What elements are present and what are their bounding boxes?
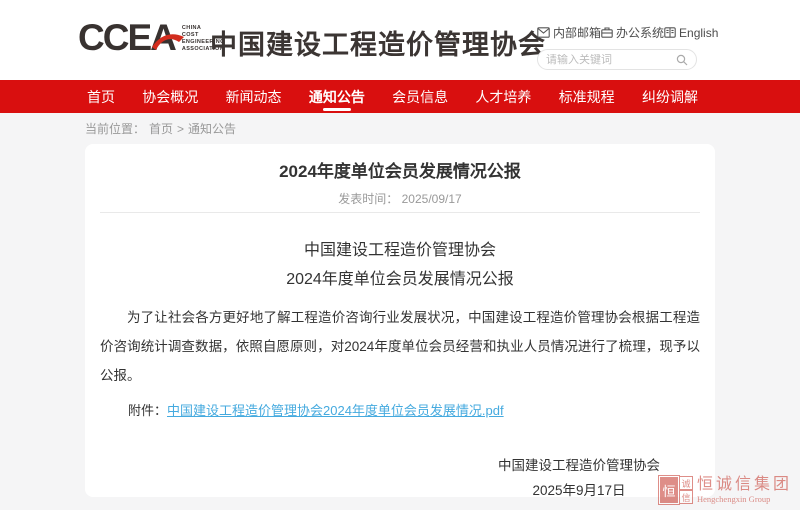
article-card: 2024年度单位会员发展情况公报 发表时间： 2025/09/17 中国建设工程…	[85, 144, 715, 497]
breadcrumb: 当前位置： 首页 > 通知公告	[85, 120, 236, 137]
nav-item-training[interactable]: 人才培养	[473, 80, 533, 113]
watermark-name-cn: 恒诚信集团	[697, 476, 792, 494]
site-logo[interactable]: CCEA CHINA COST ENGINEERING ASSOCIATION	[78, 17, 225, 59]
attachment-row: 附件： 中国建设工程造价管理协会2024年度单位会员发展情况.pdf	[128, 402, 700, 420]
internal-mail-link[interactable]: 内部邮箱	[537, 24, 601, 41]
nav-item-home[interactable]: 首页	[85, 80, 117, 113]
document-heading-title: 2024年度单位会员发展情况公报	[85, 269, 715, 291]
publish-time: 发表时间： 2025/09/17	[85, 191, 715, 207]
search-button[interactable]	[676, 54, 688, 66]
ccea-logo-text: CCEA	[78, 17, 175, 59]
hengchengxin-watermark: 恒 诚 信 恒诚信集团 Hengchengxin Group	[659, 476, 792, 504]
nav-item-mediation[interactable]: 纠纷调解	[640, 80, 700, 113]
quick-link-label: 办公系统	[616, 24, 664, 41]
watermark-name-en: Hengchengxin Group	[697, 494, 792, 504]
search-icon	[676, 54, 688, 66]
site-header: CCEA CHINA COST ENGINEERING ASSOCIATION …	[0, 0, 800, 80]
signature-date: 2025年9月17日	[498, 481, 660, 501]
document-heading-org: 中国建设工程造价管理协会	[85, 240, 715, 262]
office-system-link[interactable]: 办公系统	[601, 24, 664, 41]
header-utilities: 内部邮箱 办公系统 English	[537, 24, 697, 70]
english-link[interactable]: English	[664, 26, 718, 40]
logo-swoosh-icon	[151, 30, 185, 52]
article-title: 2024年度单位会员发展情况公报	[85, 161, 715, 183]
breadcrumb-current: 通知公告	[188, 120, 236, 137]
breadcrumb-home-link[interactable]: 首页	[149, 120, 173, 137]
main-nav: 首页 协会概况 新闻动态 通知公告 会员信息 人才培养 标准规程 纠纷调解	[0, 80, 800, 113]
nav-item-standards[interactable]: 标准规程	[557, 80, 617, 113]
document-paragraph: 为了让社会各方更好地了解工程造价咨询行业发展状况，中国建设工程造价管理协会根据工…	[100, 303, 700, 390]
breadcrumb-prefix: 当前位置：	[85, 120, 145, 137]
title-divider	[100, 212, 700, 213]
signature-block: 中国建设工程造价管理协会 2025年9月17日	[85, 456, 715, 501]
seal-icon: 恒 诚 信	[659, 476, 693, 504]
nav-item-news[interactable]: 新闻动态	[224, 80, 284, 113]
quick-link-label: English	[679, 26, 718, 40]
site-title: 中国建设工程造价管理协会	[210, 23, 546, 62]
nav-item-members[interactable]: 会员信息	[390, 80, 450, 113]
search-input[interactable]	[546, 54, 676, 66]
nav-item-about[interactable]: 协会概况	[140, 80, 200, 113]
seal-bottom-char: 信	[679, 490, 693, 504]
quick-link-label: 内部邮箱	[553, 24, 601, 41]
attachment-pdf-link[interactable]: 中国建设工程造价管理协会2024年度单位会员发展情况.pdf	[167, 402, 504, 420]
seal-main-char: 恒	[659, 476, 679, 504]
signature-organization: 中国建设工程造价管理协会	[498, 456, 660, 476]
seal-top-char: 诚	[679, 476, 693, 490]
search-box	[537, 49, 697, 70]
quick-links: 内部邮箱 办公系统 English	[537, 24, 697, 41]
nav-item-notices[interactable]: 通知公告	[307, 80, 367, 113]
book-icon	[664, 27, 676, 38]
briefcase-icon	[601, 27, 613, 38]
mail-icon	[537, 27, 550, 38]
attachment-label: 附件：	[128, 402, 167, 420]
breadcrumb-separator: >	[177, 122, 184, 136]
